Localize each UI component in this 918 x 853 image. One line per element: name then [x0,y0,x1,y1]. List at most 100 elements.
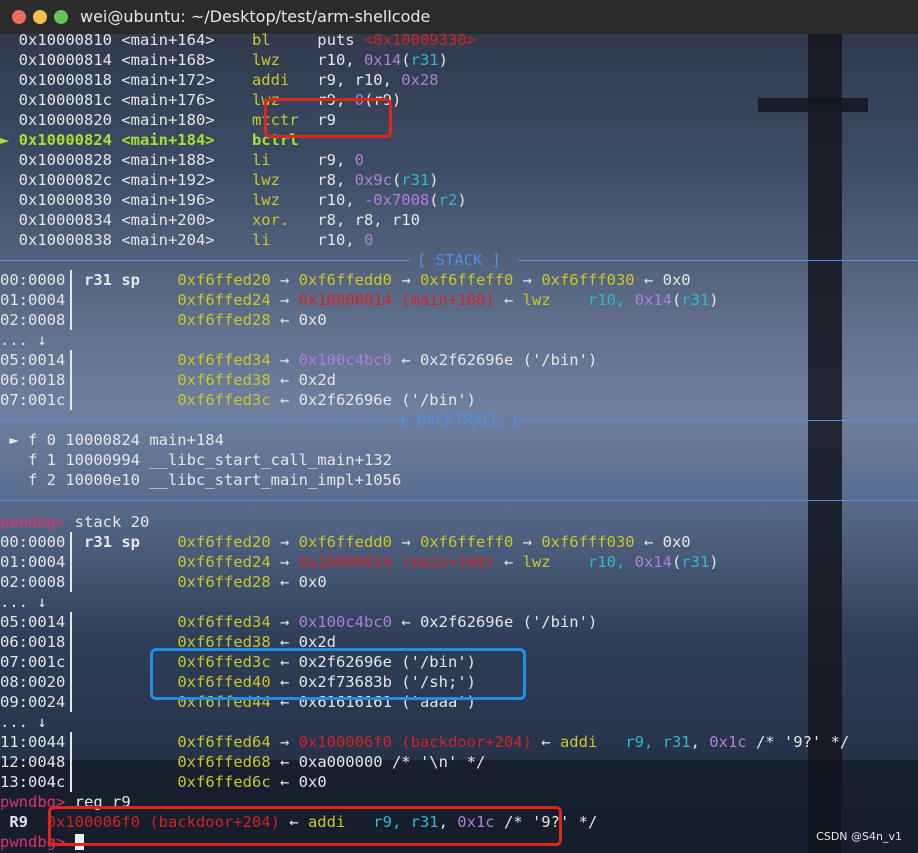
command-line: pwndbg> stack 20 [0,512,149,532]
instruction-opcode: bl [251,31,318,49]
instruction-operand: 0x14 [363,51,402,69]
stack-row: 02:0008 0xf6ffed28 ← 0x0 [0,310,327,330]
stack-value: ← [494,553,523,571]
stack-value: ( [671,291,682,309]
instruction-opcode: addi [251,71,318,89]
minimize-window-button[interactable] [33,10,47,24]
stack-value: addi [559,733,598,751]
stack-register [75,311,178,329]
stack-value: ← 0x2f62696e ('/bin') [391,613,598,631]
stack-value: r31 [681,553,710,571]
stack-value: 0xf6ffed24 [177,553,271,571]
instruction-address: 0x1000081c <main+176> [18,91,252,109]
stack-value: → [270,613,299,631]
instruction-address: 0x10000824 <main+184> [18,131,252,149]
stack-value: 0x10000814 (main+168) [298,291,495,309]
disasm-line: 0x10000818 <main+172> addi r9, r10, 0x28 [0,70,439,90]
background-pole [808,30,842,853]
stack-divider [70,552,72,572]
stack-value: 0xf6fff030 [541,533,635,551]
stack-divider [70,732,72,752]
stack-value: 0x10000814 (main+168) [298,553,495,571]
stack-row: 00:0000 r31 sp 0xf6ffed20 → 0xf6ffedd0 →… [0,270,691,290]
stack-divider [70,632,72,652]
stack-offset: 00:0000 [0,533,66,551]
instruction-operand: r9, r10, [317,71,402,89]
stack-register: r31 sp [74,271,178,289]
stack-offset: 00:0000 [0,271,66,289]
instruction-operand: ( [429,191,439,209]
backtrace-frame: f 2 10000e10 __libc_start_main_impl+1056 [0,470,401,490]
stack-value: 0x100006f0 (backdoor+204) [298,733,532,751]
stack-ellipsis: ... ↓ [0,713,47,731]
stack-register [75,553,178,571]
instruction-operand: ) [457,191,467,209]
disasm-line: 0x10000828 <main+188> li r9, 0 [0,150,364,170]
stack-register [75,391,178,409]
stack-value: 0x100c4bc0 [298,351,392,369]
instruction-operand: r8, r8, r10 [317,211,420,229]
watermark: CSDN @S4n_v1 [816,830,902,843]
stack-offset: 02:0008 [0,311,66,329]
stack-value: 0xf6ffed64 [177,733,271,751]
current-instruction-marker: ► [0,131,19,149]
background-crossbar [758,98,868,112]
instruction-opcode: lwz [251,51,318,69]
stack-ellipsis: ... ↓ [0,331,47,349]
stack-value: ← 0x2f62696e ('/bin') [391,351,598,369]
instruction-operand: r2 [438,191,458,209]
disasm-line: 0x10000814 <main+168> lwz r10, 0x14(r31) [0,50,448,70]
stack-value: 0xf6ffed38 [177,371,271,389]
stack-value: 0xf6ffed68 [177,753,271,771]
stack-value: → [513,533,542,551]
backtrace-section-header: [ BACKTRACE ] [0,410,918,430]
stack-value: 0xf6ffed20 [177,533,271,551]
stack-offset: 06:0018 [0,633,66,651]
stack-offset: 11:0044 [0,733,66,751]
title-bar[interactable]: wei@ubuntu: ~/Desktop/test/arm-shellcode [0,0,918,34]
stack-section-header-label: [ STACK ] [417,251,501,269]
instruction-operand: r31 [410,51,439,69]
instruction-operand: -0x7008 [363,191,430,209]
stack-offset: 13:004c [0,773,66,791]
close-window-button[interactable] [12,10,26,24]
stack-register [75,613,178,631]
backtrace-marker [0,471,28,489]
maximize-window-button[interactable] [54,10,68,24]
instruction-operand: <0x10009330> [363,31,476,49]
instruction-operand: r31 [401,171,430,189]
stack-row: 05:0014 0xf6ffed34 → 0x100c4bc0 ← 0x2f62… [0,612,597,632]
stack-row: 01:0004 0xf6ffed24 → 0x10000814 (main+16… [0,290,719,310]
backtrace-frame-text: f 1 10000994 __libc_start_call_main+132 [28,451,392,469]
instruction-address: 0x10000818 <main+172> [18,71,252,89]
stack-value: 0xf6ffedd0 [298,533,392,551]
stack-row: 12:0048 0xf6ffed68 ← 0xa000000 /* '\n' *… [0,752,485,772]
instruction-address: 0x10000828 <main+188> [18,151,252,169]
stack-value: ← 0x0 [270,573,327,591]
window-title: wei@ubuntu: ~/Desktop/test/arm-shellcode [80,7,431,26]
stack-register [75,773,178,791]
stack-register [75,351,178,369]
stack-row: 01:0004 0xf6ffed24 → 0x10000814 (main+16… [0,552,719,572]
stack-value: 0x14 [634,291,672,309]
stack-register [75,573,178,591]
instruction-operand: 0x9c [354,171,392,189]
stack-offset: 01:0004 [0,291,66,309]
stack-section-header: [ STACK ] [0,250,918,270]
instruction-opcode: lwz [251,191,318,209]
stack-divider [70,532,72,552]
stack-register [75,371,178,389]
stack-value: lwz [522,553,551,571]
stack-divider [70,270,72,290]
stack-divider [70,652,72,672]
stack-offset: 07:001c [0,653,66,671]
stack-value: 0xf6ffeff0 [419,533,514,551]
stack-value: 0xf6ffed20 [177,271,271,289]
stack-value: ← 0x2f62696e ('/bin') [270,391,476,409]
stack-register [75,733,178,751]
instruction-address: 0x10000834 <main+200> [18,211,252,229]
stack-offset: 08:0020 [0,673,66,691]
